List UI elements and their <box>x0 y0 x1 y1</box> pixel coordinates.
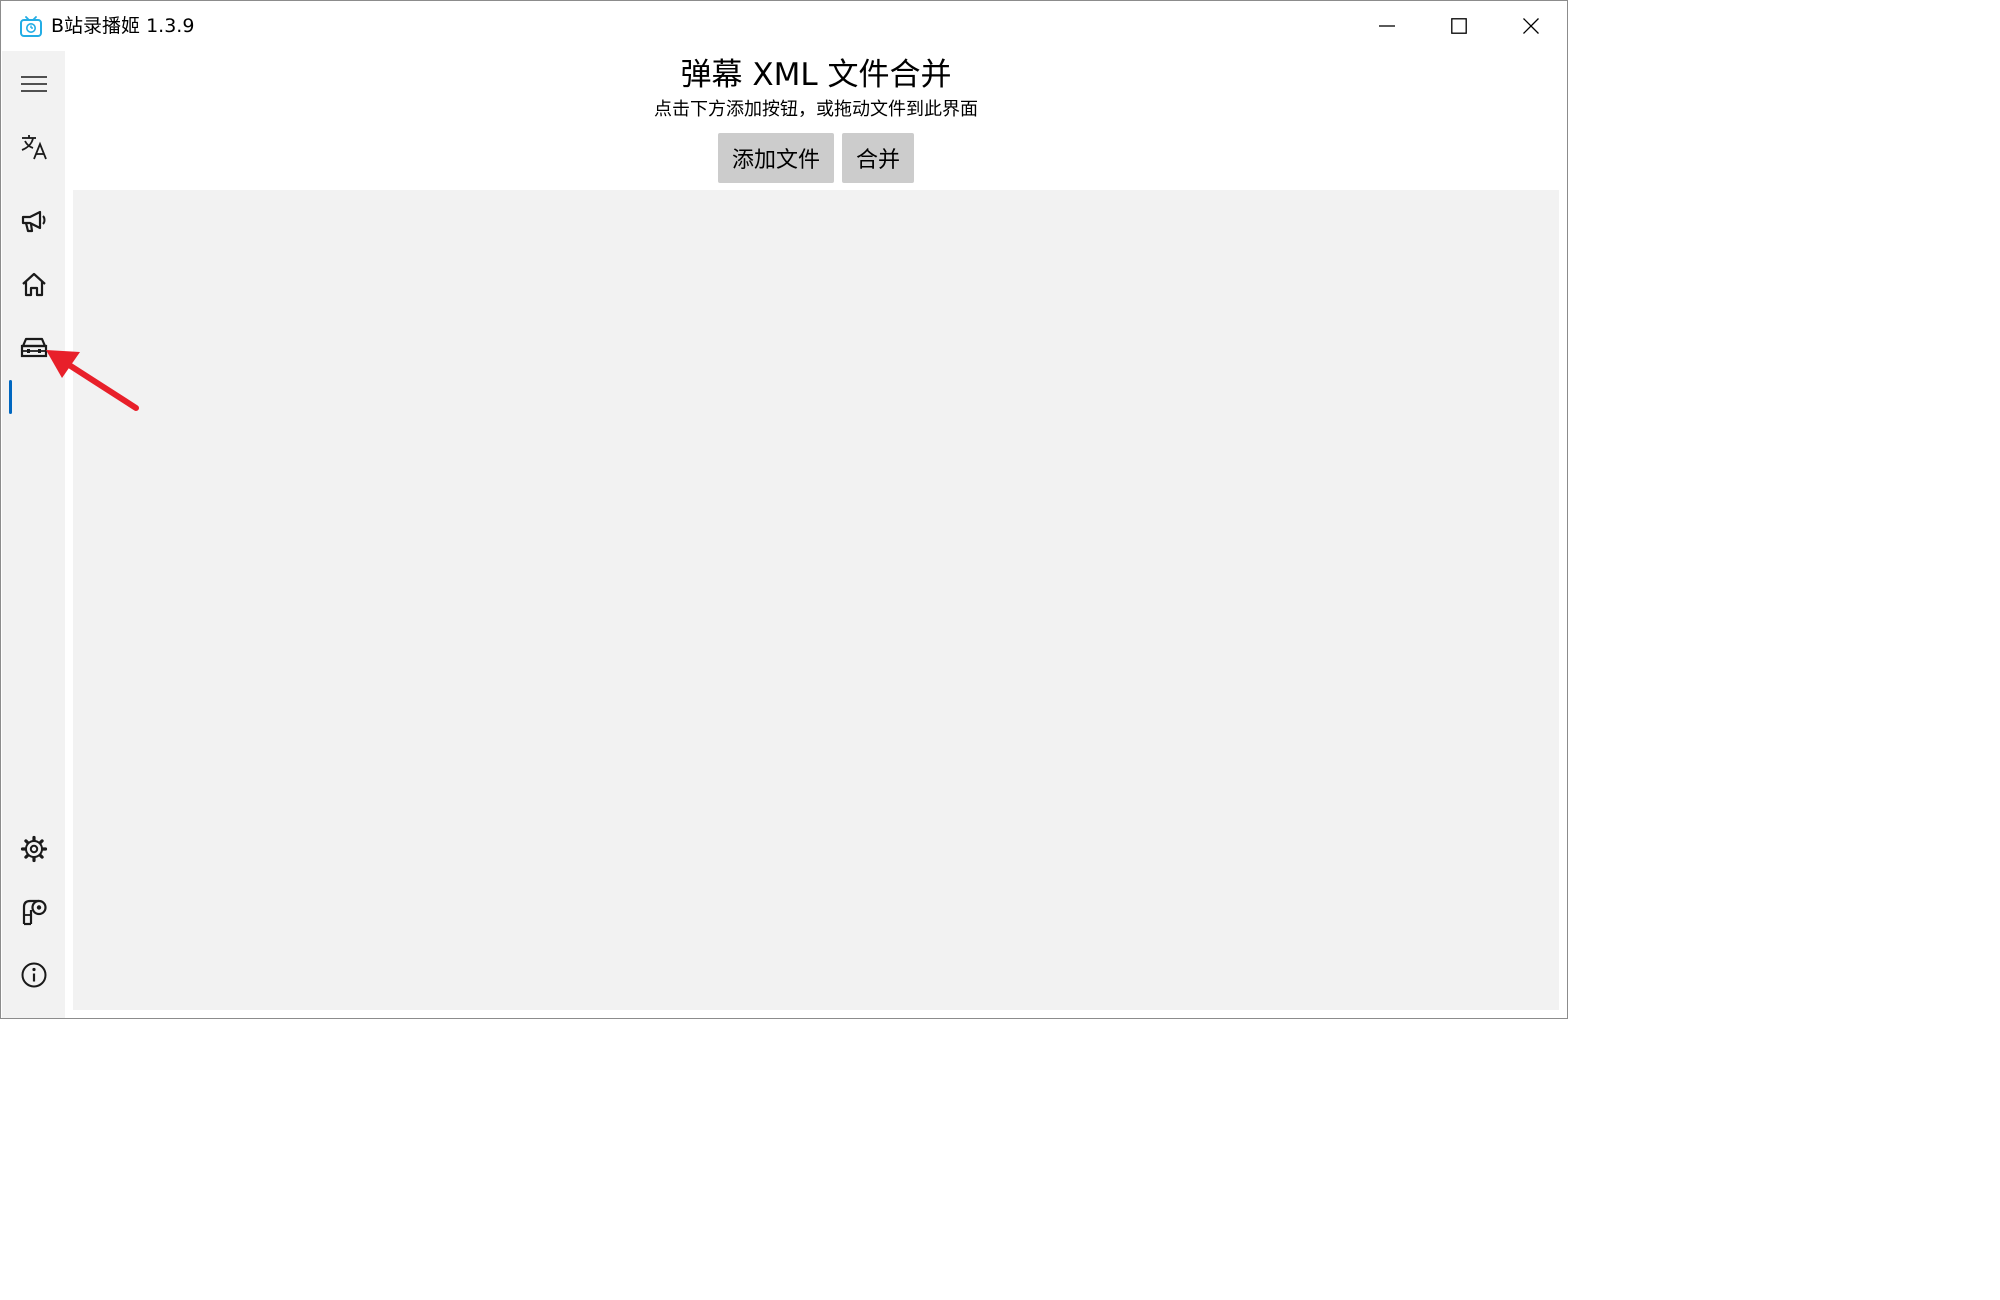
nav-item-settings[interactable] <box>2 821 65 877</box>
hamburger-menu-icon <box>20 76 47 92</box>
close-button[interactable] <box>1495 1 1567 51</box>
nav-item-logs[interactable] <box>2 884 65 940</box>
add-files-button[interactable]: 添加文件 <box>718 133 834 183</box>
app-window: B站录播姬 1.3.9 弹幕 XML 文件合并 点击下方添加按钮，或拖动文件到此… <box>0 0 1568 1019</box>
window-title: B站录播姬 1.3.9 <box>51 15 195 37</box>
bilibili-tv-icon <box>19 15 43 39</box>
nav-sidebar <box>2 51 65 1018</box>
megaphone-icon <box>21 210 45 233</box>
file-list-drop-area[interactable] <box>73 190 1559 1010</box>
nav-menu-toggle[interactable] <box>2 56 65 112</box>
close-icon <box>1523 18 1539 34</box>
home-icon <box>21 272 46 297</box>
title-bar[interactable]: B站录播姬 1.3.9 <box>1 1 1567 51</box>
main-content: 弹幕 XML 文件合并 点击下方添加按钮，或拖动文件到此界面 添加文件 合并 <box>65 51 1567 1018</box>
nav-item-announcement[interactable] <box>2 194 65 250</box>
nav-item-language[interactable] <box>2 119 65 175</box>
nav-item-about[interactable] <box>2 947 65 1003</box>
page-subtitle: 点击下方添加按钮，或拖动文件到此界面 <box>654 99 978 120</box>
log-viewer-icon <box>22 899 47 926</box>
gear-icon <box>20 835 47 863</box>
info-icon <box>21 962 46 988</box>
toolbox-icon <box>20 337 47 358</box>
nav-item-toolbox[interactable] <box>2 319 65 375</box>
nav-item-home[interactable] <box>2 257 65 313</box>
merge-button[interactable]: 合并 <box>842 133 914 183</box>
selected-indicator <box>9 380 12 414</box>
maximize-button[interactable] <box>1423 1 1495 51</box>
translate-icon <box>21 135 47 160</box>
page-title: 弹幕 XML 文件合并 <box>680 57 952 93</box>
maximize-icon <box>1451 18 1467 34</box>
minimize-button[interactable] <box>1351 1 1423 51</box>
minimize-icon <box>1379 25 1395 27</box>
